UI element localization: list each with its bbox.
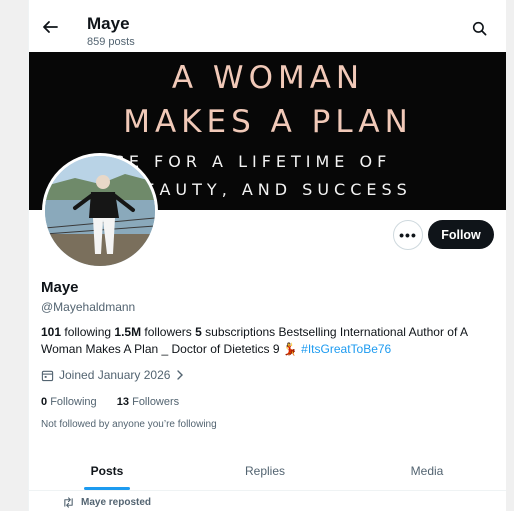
tab-posts[interactable]: Posts xyxy=(57,452,157,490)
profile-handle: @Mayehaldmann xyxy=(41,300,136,314)
bio-subscriptions-label: subscriptions xyxy=(201,325,279,339)
banner-line-2: MAKES A PLAN xyxy=(123,104,413,140)
followers-count: 13 xyxy=(116,396,130,408)
follow-button[interactable]: Follow xyxy=(428,220,494,249)
following-count: 0 xyxy=(41,396,48,408)
following-label: Following xyxy=(50,396,97,408)
bio-following-count: 101 xyxy=(41,325,62,339)
profile-bio: 101 following 1.5M followers 5 subscript… xyxy=(41,324,496,358)
bio-followers-count: 1.5M xyxy=(114,325,142,339)
avatar[interactable] xyxy=(42,153,158,269)
tab-replies[interactable]: Replies xyxy=(215,452,315,490)
search-button[interactable] xyxy=(467,16,491,40)
followers-label: Followers xyxy=(132,396,180,408)
back-button[interactable] xyxy=(37,14,63,40)
calendar-icon xyxy=(41,370,54,381)
posts-count: 859 posts xyxy=(87,36,135,48)
following-link[interactable]: 0 Following xyxy=(41,396,97,408)
header-title: Maye xyxy=(87,14,130,33)
arrow-left-icon xyxy=(43,21,58,33)
search-icon xyxy=(472,21,486,35)
repost-indicator: Maye reposted xyxy=(62,497,151,508)
follow-stats: 0 Following 13 Followers xyxy=(41,396,179,408)
bio-following-label: following xyxy=(61,325,115,339)
joined-date[interactable]: Joined January 2026 xyxy=(41,368,185,382)
bio-hashtag-link[interactable]: #ItsGreatToBe76 xyxy=(301,342,391,356)
profile-panel: Maye 859 posts A WOMAN MAKES A PLAN VICE… xyxy=(28,0,508,511)
followers-link[interactable]: 13 Followers xyxy=(117,396,179,408)
not-followed-note: Not followed by anyone you’re following xyxy=(41,419,217,430)
profile-tabs: Posts Replies Media xyxy=(29,452,507,491)
avatar-photo xyxy=(45,156,155,266)
profile-header: Maye 859 posts xyxy=(29,0,507,52)
repost-label: Maye reposted xyxy=(81,497,152,508)
chevron-right-icon xyxy=(177,370,184,380)
active-tab-indicator xyxy=(84,487,130,490)
profile-name: Maye xyxy=(41,279,79,296)
repost-icon xyxy=(64,497,73,508)
banner-line-1: A WOMAN xyxy=(171,60,365,96)
tab-media[interactable]: Media xyxy=(377,452,477,490)
bio-subscriptions-count: 5 xyxy=(195,325,202,339)
joined-label: Joined January 2026 xyxy=(59,368,171,382)
bio-followers-label: followers xyxy=(141,325,196,339)
more-options-button[interactable]: ••• xyxy=(393,220,423,250)
scrollbar[interactable] xyxy=(506,0,514,511)
